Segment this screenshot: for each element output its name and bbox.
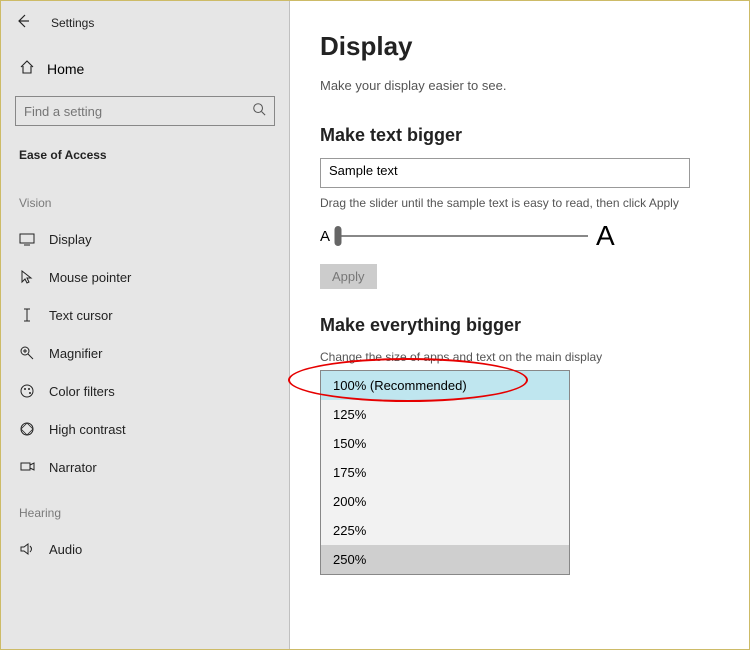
contrast-icon [19,421,35,437]
scale-option[interactable]: 125% [321,400,569,429]
scale-option[interactable]: 175% [321,458,569,487]
sidebar-item-display[interactable]: Display [1,220,289,258]
scale-option[interactable]: 100% (Recommended) [321,371,569,400]
scale-option[interactable]: 225% [321,516,569,545]
big-a-label: A [596,220,615,252]
search-field[interactable] [24,104,224,119]
scale-dropdown[interactable]: 100% (Recommended) 125% 150% 175% 200% 2… [320,370,570,575]
text-cursor-icon [19,307,35,323]
pointer-icon [19,269,35,285]
sidebar-item-mouse-pointer[interactable]: Mouse pointer [1,258,289,296]
sidebar-item-label: Narrator [49,460,97,475]
search-input[interactable] [15,96,275,126]
sidebar-item-narrator[interactable]: Narrator [1,448,289,486]
section-make-everything-bigger: Make everything bigger [320,315,719,336]
scale-option[interactable]: 150% [321,429,569,458]
sidebar-item-text-cursor[interactable]: Text cursor [1,296,289,334]
sidebar-item-label: Audio [49,542,82,557]
home-button[interactable]: Home [1,39,289,90]
monitor-icon [19,231,35,247]
section-heading: Ease of Access [1,140,289,176]
home-icon [19,59,35,78]
text-size-slider[interactable] [338,235,588,237]
page-subtitle: Make your display easier to see. [320,78,719,93]
small-a-label: A [320,228,330,245]
search-icon [252,102,266,121]
scale-option[interactable]: 200% [321,487,569,516]
section-make-text-bigger: Make text bigger [320,125,719,146]
apply-button[interactable]: Apply [320,264,377,289]
slider-hint: Drag the slider until the sample text is… [320,196,719,210]
back-button[interactable] [15,13,31,33]
scale-option[interactable]: 250% [321,545,569,574]
slider-thumb[interactable] [335,226,342,246]
magnifier-icon [19,345,35,361]
sidebar-item-label: Display [49,232,92,247]
sidebar-item-label: High contrast [49,422,126,437]
sidebar-item-label: Magnifier [49,346,102,361]
settings-title: Settings [51,16,94,30]
group-vision-label: Vision [1,176,289,220]
sidebar-item-high-contrast[interactable]: High contrast [1,410,289,448]
sidebar-item-color-filters[interactable]: Color filters [1,372,289,410]
home-label: Home [47,61,84,77]
sidebar-item-label: Color filters [49,384,115,399]
sample-text-box: Sample text [320,158,690,188]
change-size-hint: Change the size of apps and text on the … [320,350,719,364]
narrator-icon [19,459,35,475]
sidebar-item-audio[interactable]: Audio [1,530,289,568]
group-hearing-label: Hearing [1,486,289,530]
palette-icon [19,383,35,399]
page-title: Display [320,31,719,62]
audio-icon [19,541,35,557]
sidebar-item-label: Text cursor [49,308,113,323]
sidebar-item-magnifier[interactable]: Magnifier [1,334,289,372]
sidebar-item-label: Mouse pointer [49,270,131,285]
